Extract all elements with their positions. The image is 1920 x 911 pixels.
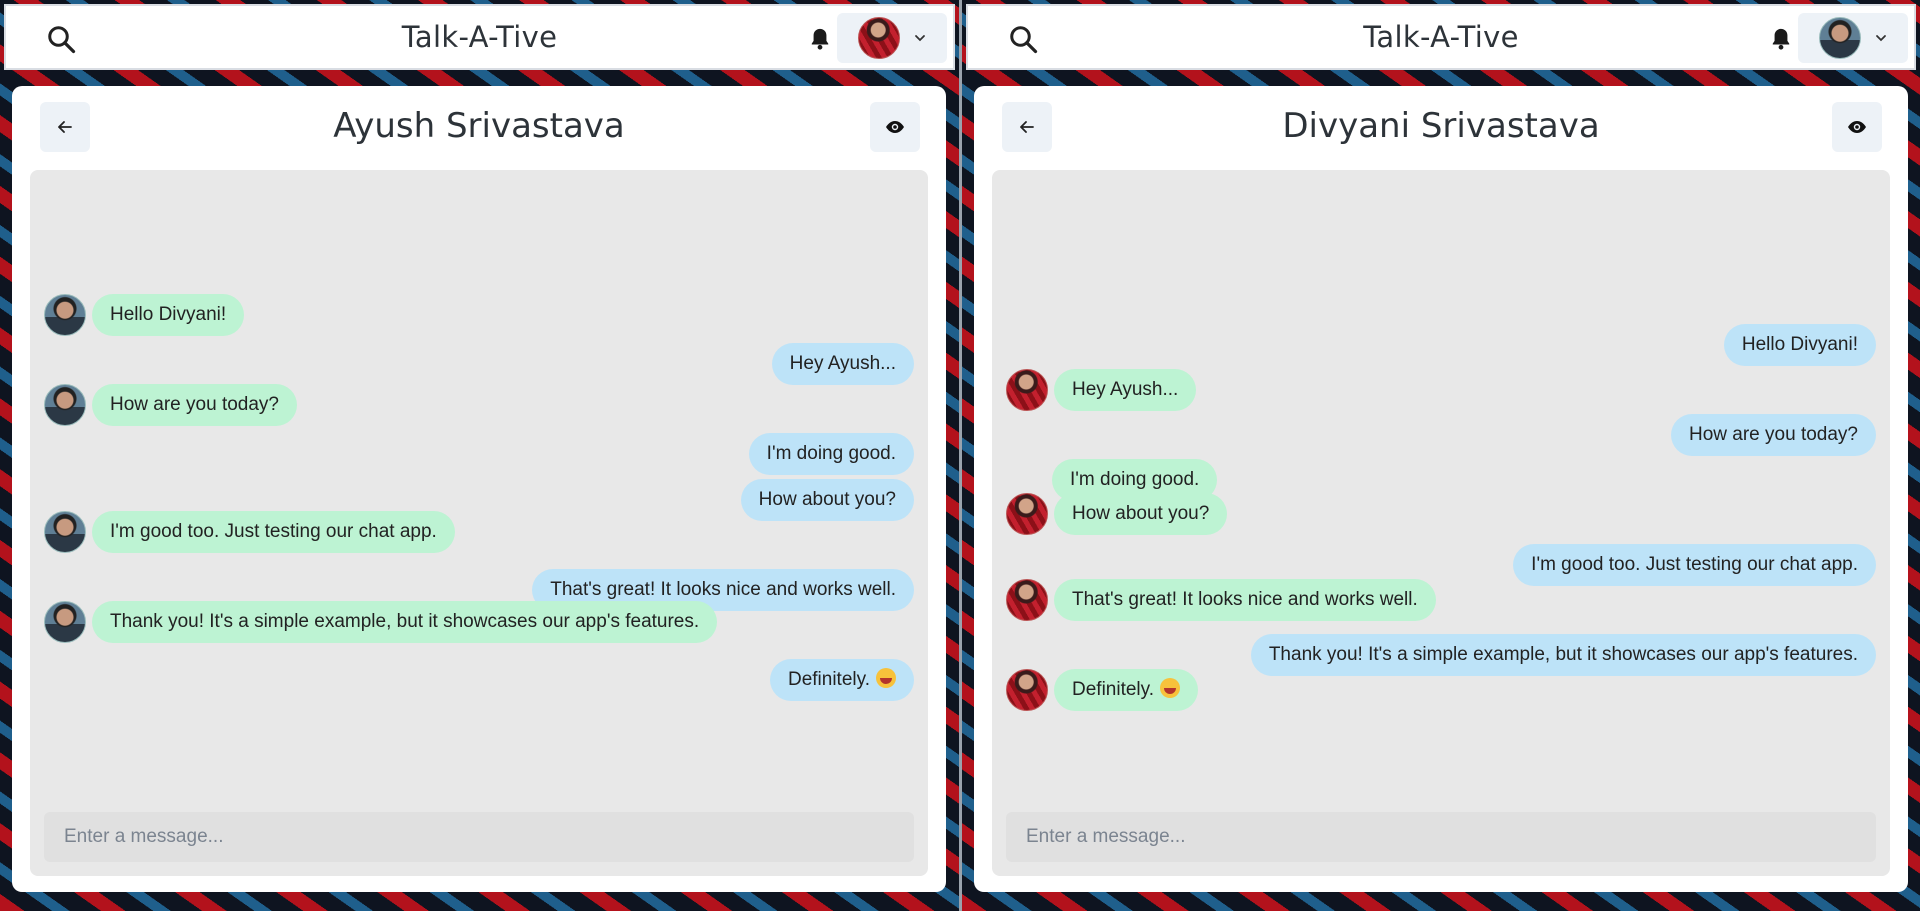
message-input[interactable]	[44, 812, 914, 862]
user-avatar	[1819, 17, 1861, 59]
chat-window-left: Talk-A-Tive Ayush Srivastava Hello Divya…	[0, 0, 959, 911]
sender-avatar[interactable]	[1006, 493, 1048, 535]
chat-window-right: Talk-A-Tive Divyani Srivastava Hello Div…	[959, 0, 1920, 911]
sender-avatar[interactable]	[1006, 669, 1048, 711]
message-bubble: That's great! It looks nice and works we…	[1054, 579, 1436, 621]
message-row: Hello Divyani!	[1723, 324, 1876, 366]
message-bubble: Definitely.	[1054, 669, 1199, 711]
eye-icon	[1848, 121, 1866, 133]
view-profile-button[interactable]	[870, 102, 920, 152]
message-bubble: Hey Ayush...	[1054, 369, 1197, 411]
message-row: How are you today?	[1671, 414, 1876, 456]
message-row: Definitely.	[769, 659, 914, 701]
sender-avatar[interactable]	[1006, 579, 1048, 621]
chat-header: Divyani Srivastava	[974, 86, 1908, 170]
notification-button[interactable]	[805, 24, 835, 54]
message-bubble: I'm good too. Just testing our chat app.	[92, 511, 455, 553]
message-bubble: I'm doing good.	[748, 433, 914, 475]
message-row: That's great! It looks nice and works we…	[1006, 579, 1436, 621]
message-row: How are you today?	[44, 384, 297, 426]
top-navbar: Talk-A-Tive	[4, 4, 955, 70]
chat-header: Ayush Srivastava	[12, 86, 946, 170]
message-row: How about you?	[740, 479, 914, 521]
bell-icon	[811, 28, 829, 50]
grinning-face-emoji	[1160, 678, 1181, 698]
message-bubble: Hello Divyani!	[1723, 324, 1876, 366]
sender-avatar[interactable]	[44, 294, 86, 336]
message-row: Thank you! It's a simple example, but it…	[44, 601, 718, 643]
messages-area[interactable]: Hello Divyani! Hey Ayush... How are you …	[30, 170, 928, 876]
message-row: Hey Ayush...	[1006, 369, 1197, 411]
bell-icon	[1772, 28, 1790, 50]
message-bubble: Definitely.	[769, 659, 914, 701]
sender-avatar[interactable]	[44, 511, 86, 553]
user-avatar	[858, 17, 900, 59]
chevron-down-icon	[1876, 35, 1886, 42]
chat-card: Divyani Srivastava Hello Divyani! Hey Ay…	[974, 86, 1908, 892]
message-bubble: Thank you! It's a simple example, but it…	[92, 601, 718, 643]
sender-avatar[interactable]	[44, 601, 86, 643]
message-bubble: How about you?	[740, 479, 914, 521]
sender-avatar[interactable]	[1006, 369, 1048, 411]
message-bubble: Hello Divyani!	[92, 294, 245, 336]
chat-card: Ayush Srivastava Hello Divyani! Hey Ayus…	[12, 86, 946, 892]
chevron-down-icon	[915, 35, 925, 42]
message-text: Definitely.	[787, 669, 870, 690]
grinning-face-emoji	[876, 668, 896, 688]
view-profile-button[interactable]	[1832, 102, 1882, 152]
messages-area[interactable]: Hello Divyani! Hey Ayush... How are you …	[992, 170, 1890, 876]
message-row: Hey Ayush...	[771, 343, 914, 385]
eye-icon	[886, 121, 904, 133]
message-bubble: Thank you! It's a simple example, but it…	[1250, 634, 1876, 676]
message-bubble: I'm good too. Just testing our chat app.	[1513, 544, 1876, 586]
message-row: I'm doing good.	[748, 433, 914, 475]
message-input[interactable]	[1006, 812, 1876, 862]
chat-recipient-name: Ayush Srivastava	[333, 106, 625, 146]
message-row: I'm good too. Just testing our chat app.	[44, 511, 455, 553]
message-row: I'm good too. Just testing our chat app.	[1513, 544, 1876, 586]
message-bubble: How are you today?	[1671, 414, 1876, 456]
message-text: Definitely.	[1072, 679, 1155, 700]
message-bubble: How about you?	[1054, 493, 1228, 535]
chat-recipient-name: Divyani Srivastava	[1282, 106, 1600, 146]
profile-menu-button[interactable]	[837, 13, 947, 63]
message-row: Definitely.	[1006, 669, 1199, 711]
message-row: How about you?	[1006, 493, 1228, 535]
top-navbar: Talk-A-Tive	[966, 4, 1916, 70]
message-bubble: Hey Ayush...	[771, 343, 914, 385]
profile-menu-button[interactable]	[1798, 13, 1908, 63]
sender-avatar[interactable]	[44, 384, 86, 426]
message-row: Hello Divyani!	[44, 294, 245, 336]
notification-button[interactable]	[1766, 24, 1796, 54]
message-row: Thank you! It's a simple example, but it…	[1250, 634, 1876, 676]
message-bubble: How are you today?	[92, 384, 297, 426]
